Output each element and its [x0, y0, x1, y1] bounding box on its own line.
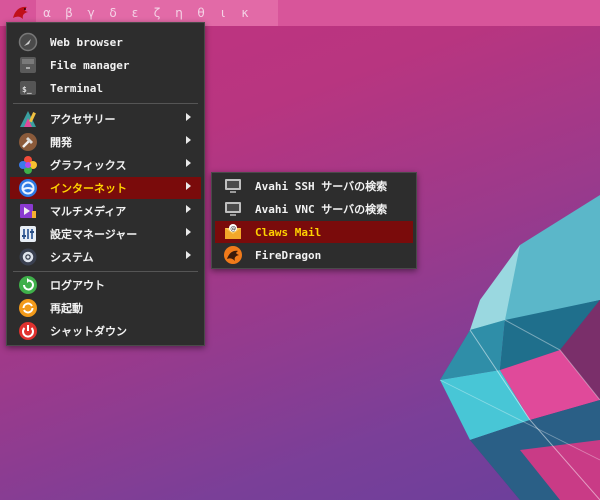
multimedia-icon	[18, 201, 38, 221]
workspace-delta[interactable]: δ	[102, 6, 124, 20]
submenu-arrow-icon	[186, 251, 191, 259]
settings-manager-icon	[18, 224, 38, 244]
svg-text:@: @	[230, 226, 236, 233]
workspace-gamma[interactable]: γ	[80, 6, 102, 20]
internet-submenu: Avahi SSH サーバの検索 Avahi VNC サーバの検索 @ Claw…	[211, 172, 417, 269]
menu-separator	[13, 103, 198, 104]
logout-icon	[18, 275, 38, 295]
shutdown-icon	[18, 321, 38, 341]
file-manager-icon	[18, 55, 38, 75]
submenu-item-claws-mail[interactable]: @ Claws Mail	[215, 221, 413, 243]
menu-item-accessories[interactable]: アクセサリー	[10, 108, 201, 130]
graphics-icon	[18, 155, 38, 175]
system-icon	[18, 247, 38, 267]
menu-item-terminal[interactable]: $_ Terminal	[10, 77, 201, 99]
svg-text:$_: $_	[22, 85, 32, 94]
workspace-kappa[interactable]: κ	[234, 6, 256, 20]
firedragon-icon	[223, 245, 243, 265]
menu-item-file-manager[interactable]: File manager	[10, 54, 201, 76]
mail-icon: @	[223, 222, 243, 242]
menu-item-restart[interactable]: 再起動	[10, 297, 201, 319]
workspace-epsilon[interactable]: ε	[124, 6, 146, 20]
workspace-theta[interactable]: θ	[190, 6, 212, 20]
workspace-eta[interactable]: η	[168, 6, 190, 20]
menu-item-logout[interactable]: ログアウト	[10, 274, 201, 296]
menu-item-development[interactable]: 開発	[10, 131, 201, 153]
workspace-iota[interactable]: ι	[212, 6, 234, 20]
accessories-icon	[18, 109, 38, 129]
menu-item-multimedia[interactable]: マルチメディア	[10, 200, 201, 222]
start-menu-button[interactable]	[6, 2, 36, 24]
application-menu: Web browser File manager $_ Terminal アクセ…	[6, 22, 205, 346]
submenu-arrow-icon	[186, 159, 191, 167]
network-server-icon	[223, 199, 243, 219]
menu-item-settings-manager[interactable]: 設定マネージャー	[10, 223, 201, 245]
browser-icon	[18, 32, 38, 52]
workspace-zeta[interactable]: ζ	[146, 6, 168, 20]
network-server-icon	[223, 176, 243, 196]
menu-item-web-browser[interactable]: Web browser	[10, 31, 201, 53]
firedragon-logo-icon	[13, 6, 28, 19]
menu-item-shutdown[interactable]: シャットダウン	[10, 320, 201, 342]
terminal-icon: $_	[18, 78, 38, 98]
submenu-arrow-icon	[186, 228, 191, 236]
submenu-item-avahi-vnc[interactable]: Avahi VNC サーバの検索	[215, 198, 413, 220]
submenu-item-avahi-ssh[interactable]: Avahi SSH サーバの検索	[215, 175, 413, 197]
menu-item-system[interactable]: システム	[10, 246, 201, 268]
workspace-alpha[interactable]: α	[36, 6, 58, 20]
menu-separator	[13, 271, 198, 272]
development-icon	[18, 132, 38, 152]
submenu-item-firedragon[interactable]: FireDragon	[215, 244, 413, 266]
submenu-arrow-icon	[186, 136, 191, 144]
submenu-arrow-icon	[186, 113, 191, 121]
internet-icon	[18, 178, 38, 198]
submenu-arrow-icon	[186, 205, 191, 213]
menu-item-graphics[interactable]: グラフィックス	[10, 154, 201, 176]
workspace-beta[interactable]: β	[58, 6, 80, 20]
submenu-arrow-icon	[186, 182, 191, 190]
menu-item-internet[interactable]: インターネット	[10, 177, 201, 199]
restart-icon	[18, 298, 38, 318]
